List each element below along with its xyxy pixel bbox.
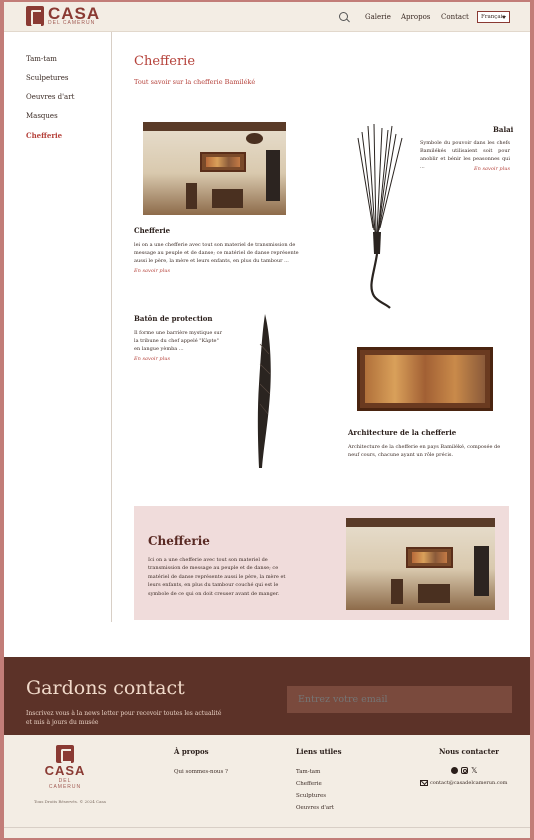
footer-link-about[interactable]: Qui sommes-nous ?	[174, 769, 228, 775]
nav-link-contact[interactable]: Contact	[441, 13, 469, 21]
page-subtitle: Tout savoir sur la chefferie Bamiléké	[134, 78, 256, 86]
logo-mark-icon	[26, 6, 44, 26]
card-link-balai[interactable]: En savoir plus	[474, 166, 510, 172]
search-icon[interactable]	[339, 12, 348, 21]
card-title-baton: Batôn de protection	[134, 314, 213, 323]
footer-logo-tagline: DEL CAMERUN	[48, 778, 82, 790]
email-input[interactable]	[287, 686, 512, 713]
card-link-chefferie[interactable]: En savoir plus	[134, 268, 170, 274]
sidebar: Tam-tam Sculpetures Oeuvres d'art Masque…	[4, 32, 112, 622]
feature-title: Chefferie	[148, 534, 210, 548]
feature-card: Chefferie Ici on a une chefferie avec to…	[134, 506, 509, 620]
chevron-down-icon	[502, 16, 506, 19]
sidebar-item-sculpetures[interactable]: Sculpetures	[26, 74, 69, 82]
footer-logo[interactable]: CASA DEL CAMERUN	[42, 745, 88, 790]
balai-image[interactable]	[356, 124, 408, 310]
mail-icon	[420, 780, 428, 786]
card-text-baton: Il forme une barrière mystique sur la tr…	[134, 330, 223, 352]
sidebar-item-masques[interactable]: Masques	[26, 112, 58, 120]
footer-contact-title: Nous contacter	[439, 747, 499, 756]
x-icon[interactable]: 𝕏	[471, 766, 477, 775]
nav-link-galerie[interactable]: Galerie	[365, 13, 391, 21]
baton-image[interactable]	[254, 314, 276, 470]
facebook-icon[interactable]	[451, 767, 458, 774]
instagram-icon[interactable]	[461, 767, 468, 774]
footer: CASA DEL CAMERUN Tous Droits Réservés. ©…	[4, 735, 530, 838]
card-link-baton[interactable]: En savoir plus	[134, 356, 170, 362]
sidebar-item-tam-tam[interactable]: Tam-tam	[26, 55, 57, 63]
newsletter-title: Gardons contact	[26, 677, 185, 699]
footer-about-title: À propos	[174, 747, 209, 756]
contact-email[interactable]: contact@casadelcamerun.com	[430, 780, 507, 786]
footer-logo-name: CASA	[44, 763, 86, 778]
footer-useful-title: Liens utiles	[296, 747, 342, 756]
feature-text: Ici on a une chefferie avec tout son mat…	[148, 557, 286, 597]
chefferie-image[interactable]	[143, 122, 286, 215]
page: CASA DEL CAMERUN Galerie Apropos Contact…	[4, 2, 530, 838]
card-title-chefferie: Chefferie	[134, 226, 171, 235]
sidebar-item-chefferie[interactable]: Chefferie	[26, 131, 62, 140]
feature-image[interactable]	[346, 518, 495, 610]
language-select[interactable]: Français	[477, 11, 510, 23]
nav-link-apropos[interactable]: Apropos	[401, 13, 430, 21]
logo-tagline: DEL CAMERUN	[48, 20, 96, 26]
footer-logo-mark-icon	[56, 745, 74, 763]
newsletter-section: Gardons contact Inscrivez vous à la news…	[4, 657, 530, 735]
footer-link-tam-tam[interactable]: Tam-tam	[296, 769, 320, 775]
architecture-image[interactable]	[357, 347, 493, 411]
card-title-balai: Balai	[493, 125, 514, 134]
sidebar-divider	[111, 32, 112, 622]
card-text-architecture: Architecture de la chefferie en pays Bam…	[348, 444, 501, 458]
newsletter-text: Inscrivez vous à la news letter pour rec…	[26, 710, 222, 726]
footer-link-chefferie[interactable]: Chefferie	[296, 781, 322, 787]
footer-link-oeuvres[interactable]: Oeuvres d'art	[296, 805, 334, 811]
page-title: Chefferie	[134, 54, 196, 69]
logo[interactable]: CASA DEL CAMERUN	[26, 4, 106, 28]
copyright: Tous Droits Réservés. © 2024 Casa	[34, 799, 106, 804]
footer-link-sculptures[interactable]: Sculptures	[296, 793, 326, 799]
footer-divider	[4, 827, 530, 828]
sidebar-item-oeuvres[interactable]: Oeuvres d'art	[26, 93, 74, 101]
header: CASA DEL CAMERUN Galerie Apropos Contact…	[4, 2, 530, 32]
card-text-chefferie: lei on a une chefferie avec tout son mat…	[134, 242, 299, 264]
card-title-architecture: Architecture de la chefferie	[348, 428, 457, 437]
